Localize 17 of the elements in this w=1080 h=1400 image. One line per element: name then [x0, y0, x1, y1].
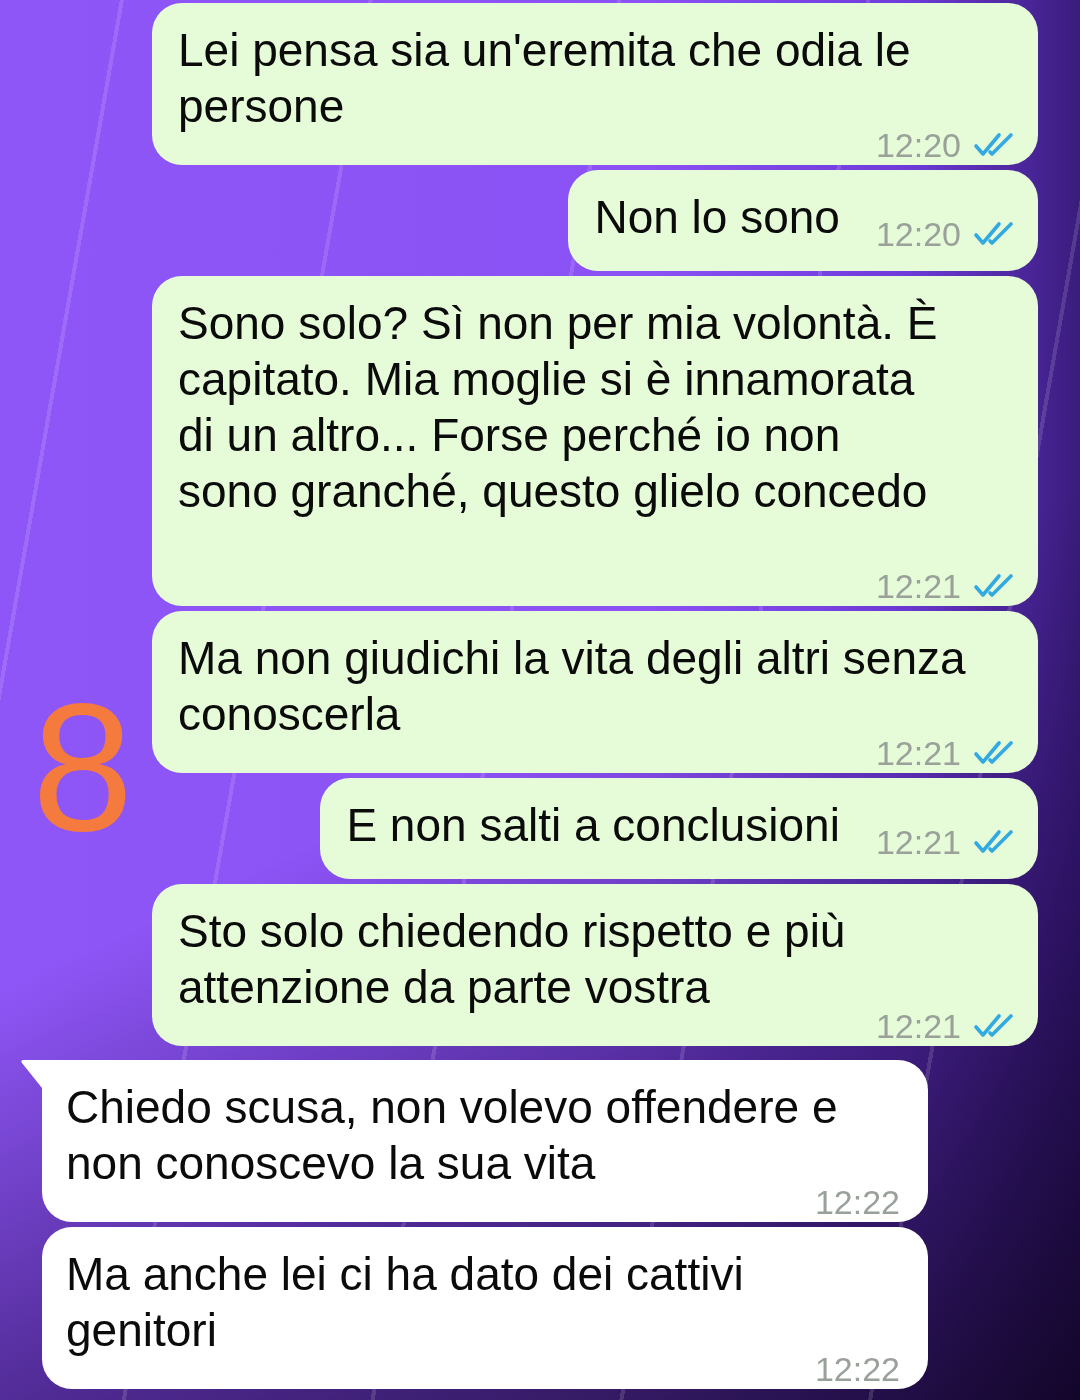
message-text: Ma anche lei ci ha dato dei cattivi genitori: [66, 1248, 744, 1356]
message-text: Lei pensa sia un'eremita che odia le persone: [178, 24, 911, 132]
message-text: E non salti a conclusioni: [346, 799, 840, 851]
message-text: Ma non giudichi la vita degli altri senza conoscerla: [178, 632, 966, 740]
message-text: Chiedo scusa, non volevo offendere e non conoscevo la sua vita: [66, 1081, 838, 1189]
message-text: Sono solo? Sì non per mia volontà. È capitato. Mia moglie si è innamorata di un altro... Forse perché io non sono granché, questo glielo concedo: [178, 297, 938, 517]
message-text: Sto solo chiedendo rispetto e più attenzione da parte vostra: [178, 905, 846, 1013]
message-time: 12:21: [875, 573, 961, 599]
message-time: 12:22: [814, 1189, 900, 1215]
message-time: 12:20: [875, 221, 961, 247]
message-time: 12:21: [875, 829, 961, 855]
handwritten-number: 8: [32, 676, 134, 858]
message-time: 12:21: [875, 1013, 961, 1039]
message-time: 12:20: [875, 132, 961, 158]
message-time: 12:21: [875, 740, 961, 766]
message-text: Non lo sono: [594, 191, 840, 243]
message-time: 12:22: [814, 1356, 900, 1382]
